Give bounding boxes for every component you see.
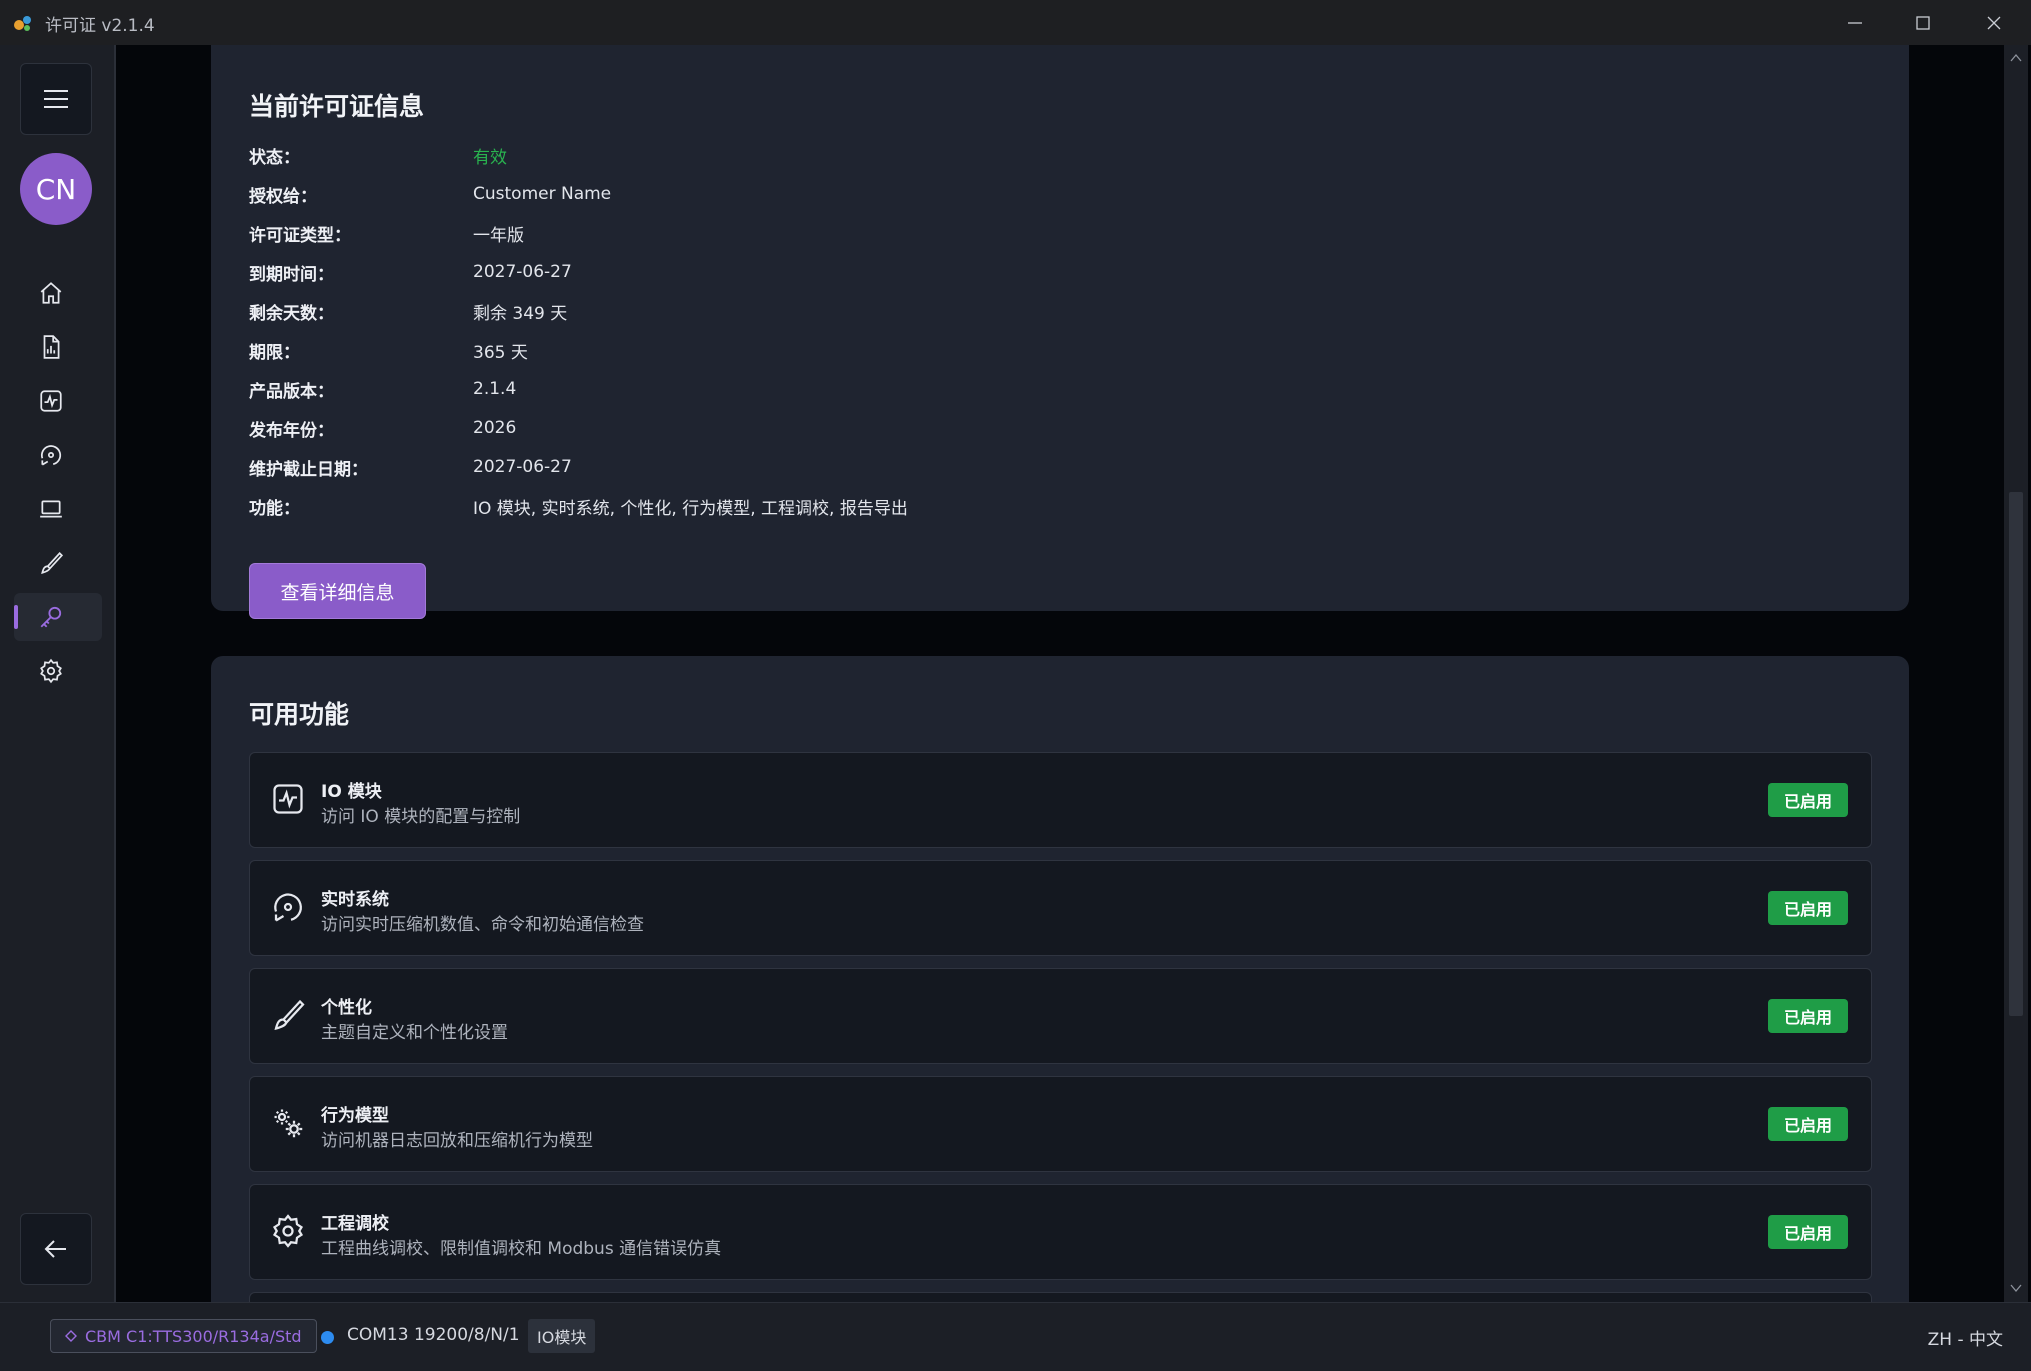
gear-icon <box>40 658 62 684</box>
status-bar: CBM C1:TTS300/R134a/Std COM13 19200/8/N/… <box>0 1302 2031 1371</box>
sidebar-item-settings[interactable] <box>14 647 102 695</box>
menu-button[interactable] <box>20 63 92 135</box>
info-row-duration: 期限： 365 天 <box>249 342 528 363</box>
scroll-thumb[interactable] <box>2009 492 2023 1016</box>
diamond-icon <box>65 1330 77 1342</box>
close-icon <box>1987 16 2001 29</box>
sidebar-item-personalize[interactable] <box>14 539 102 587</box>
sidebar-item-device[interactable] <box>14 485 102 533</box>
app-logo-icon <box>14 16 31 31</box>
status-badge: 已启用 <box>1768 999 1848 1033</box>
sidebar-item-io[interactable] <box>14 377 102 425</box>
status-badge: 已启用 <box>1768 891 1848 925</box>
info-row-status: 状态： 有效 <box>249 140 507 170</box>
avatar[interactable]: CN <box>20 153 92 225</box>
feature-item-engineering[interactable]: 工程调校 工程曲线调校、限制值调校和 Modbus 通信错误仿真 已启用 <box>249 1184 1872 1280</box>
info-row-expiry: 到期时间： 2027-06-27 <box>249 262 572 285</box>
license-info-card: 当前许可证信息 状态： 有效 授权给： Customer Name 许可证类型：… <box>211 45 1909 619</box>
status-badge: 已启用 <box>1768 1215 1848 1249</box>
collapse-sidebar-button[interactable] <box>20 1213 92 1285</box>
feature-item-realtime[interactable]: 实时系统 访问实时压缩机数值、命令和初始通信检查 已启用 <box>249 860 1872 956</box>
info-row-maintenance: 维护截止日期： 2027-06-27 <box>249 457 572 480</box>
scroll-up-icon[interactable] <box>2008 50 2024 66</box>
license-info-title: 当前许可证信息 <box>249 92 425 121</box>
info-row-features: 功能： IO 模块, 实时系统, 个性化, 行为模型, 工程调校, 报告导出 <box>249 498 908 519</box>
main-content[interactable]: 当前许可证信息 状态： 有效 授权给： Customer Name 许可证类型：… <box>118 45 2004 1302</box>
device-chip[interactable]: CBM C1:TTS300/R134a/Std <box>50 1319 317 1353</box>
features-card: 可用功能 IO 模块 访问 IO 模块的配置与控制 已启用 实时系统 访问实时压… <box>211 656 1909 1302</box>
window-title: 许可证 v2.1.4 <box>45 16 155 36</box>
maximize-icon <box>1916 15 1930 30</box>
feature-item-behavior-model[interactable]: 行为模型 访问机器日志回放和压缩机行为模型 已启用 <box>249 1076 1872 1172</box>
title-bar: 许可证 v2.1.4 <box>0 0 2031 45</box>
gear-icon <box>272 1214 304 1248</box>
vertical-scrollbar[interactable] <box>2004 45 2028 1302</box>
status-badge: 已启用 <box>1768 1107 1848 1141</box>
minimize-button[interactable] <box>1820 0 1890 45</box>
view-details-button[interactable]: 查看详细信息 <box>249 563 426 619</box>
gauge-icon <box>274 893 302 922</box>
arrow-left-icon <box>44 1240 66 1258</box>
info-row-remaining: 剩余天数： 剩余 349 天 <box>249 303 568 324</box>
maximize-button[interactable] <box>1888 0 1958 45</box>
info-row-type: 许可证类型： 一年版 <box>249 225 524 246</box>
laptop-icon <box>40 500 62 518</box>
connection-status-dot <box>321 1331 334 1344</box>
sidebar-item-home[interactable] <box>14 269 102 317</box>
features-title: 可用功能 <box>249 700 350 729</box>
home-icon <box>40 282 62 304</box>
feature-item-io[interactable]: IO 模块 访问 IO 模块的配置与控制 已启用 <box>249 752 1872 848</box>
key-icon <box>40 606 62 628</box>
gears-icon <box>274 1109 303 1138</box>
sidebar-item-license[interactable] <box>14 593 102 641</box>
pulse-icon <box>40 390 62 412</box>
info-row-licensee: 授权给： Customer Name <box>249 184 612 207</box>
sidebar-item-realtime[interactable] <box>14 431 102 479</box>
minimize-icon <box>1848 21 1862 24</box>
connection-label: COM13 19200/8/N/1 <box>347 1325 520 1345</box>
status-value: 有效 <box>473 147 507 168</box>
language-selector[interactable]: ZH - 中文 <box>1928 1325 2003 1350</box>
feature-item-personalize[interactable]: 个性化 主题自定义和个性化设置 已启用 <box>249 968 1872 1064</box>
device-label: CBM C1:TTS300/R134a/Std <box>85 1326 302 1346</box>
pulse-icon <box>273 784 303 814</box>
info-row-version: 产品版本： 2.1.4 <box>249 379 517 402</box>
app-window: 许可证 v2.1.4 CN 当前许可证信息 状态： 有效 授权给： Custom… <box>0 0 2031 1371</box>
status-badge: 已启用 <box>1768 783 1848 817</box>
info-row-release-year: 发布年份： 2026 <box>249 418 517 441</box>
sidebar-item-report[interactable] <box>14 323 102 371</box>
brush-icon <box>274 999 305 1031</box>
close-button[interactable] <box>1959 0 2029 45</box>
hamburger-icon <box>44 90 68 108</box>
module-chip: IO模块 <box>528 1319 596 1353</box>
feature-item-next[interactable] <box>249 1292 1872 1302</box>
brush-icon <box>41 551 64 574</box>
gauge-icon <box>40 445 62 466</box>
sidebar: CN <box>0 45 116 1302</box>
report-icon <box>43 335 60 359</box>
scroll-down-icon[interactable] <box>2008 1280 2024 1296</box>
